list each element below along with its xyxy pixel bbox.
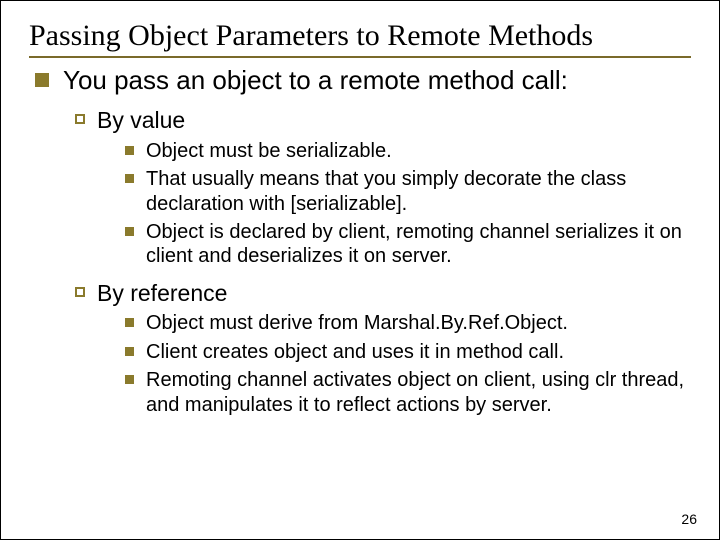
slide-title: Passing Object Parameters to Remote Meth… [29,19,691,58]
by-reference-point-2: Client creates object and uses it in met… [146,340,564,364]
level3-item: Object must be serializable. [125,139,691,163]
by-value-point-3: Object is declared by client, remoting c… [146,220,691,269]
by-value-point-2: That usually means that you simply decor… [146,167,691,216]
level1-item: You pass an object to a remote method ca… [35,64,691,97]
filled-square-icon [125,347,134,356]
by-value-point-1: Object must be serializable. [146,139,392,163]
filled-square-icon [35,73,49,87]
by-reference-point-3: Remoting channel activates object on cli… [146,368,691,417]
by-value-group: By value Object must be serializable. Th… [29,106,691,269]
level3-item: Object is declared by client, remoting c… [125,220,691,269]
filled-square-icon [125,227,134,236]
hollow-square-icon [75,287,85,297]
level3-item: Client creates object and uses it in met… [125,340,691,364]
level2-item: By value [75,106,691,135]
level3-item: Remoting channel activates object on cli… [125,368,691,417]
level2-item: By reference [75,279,691,308]
filled-square-icon [125,318,134,327]
level3-item: Object must derive from Marshal.By.Ref.O… [125,311,691,335]
by-value-heading: By value [97,106,185,135]
filled-square-icon [125,146,134,155]
level3-item: That usually means that you simply decor… [125,167,691,216]
page-number: 26 [681,511,697,527]
hollow-square-icon [75,114,85,124]
by-reference-group: By reference Object must derive from Mar… [29,279,691,417]
by-reference-point-1: Object must derive from Marshal.By.Ref.O… [146,311,568,335]
by-reference-heading: By reference [97,279,227,308]
filled-square-icon [125,375,134,384]
filled-square-icon [125,174,134,183]
level1-text: You pass an object to a remote method ca… [63,64,568,97]
